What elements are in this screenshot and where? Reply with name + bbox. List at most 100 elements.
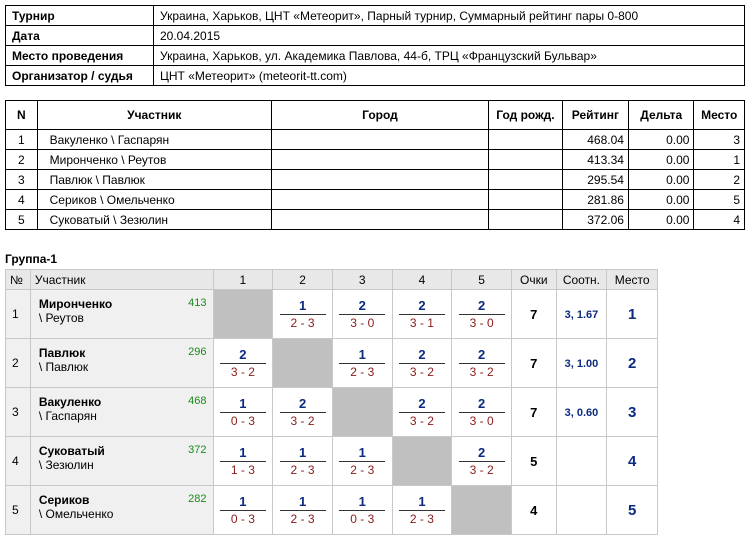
group-column-header: 5	[451, 269, 512, 290]
match-score: 3 - 0	[350, 316, 375, 330]
player-surname: Сериков	[38, 493, 90, 507]
player-rating: 372	[188, 444, 207, 456]
participant-n: 2	[5, 149, 38, 170]
match-score: 3 - 0	[469, 414, 494, 428]
match-score: 2 - 3	[409, 512, 434, 526]
column-header: N	[5, 100, 38, 130]
place-cell: 1	[606, 289, 658, 339]
points: 7	[530, 404, 538, 420]
match-result: 12 - 3	[398, 494, 445, 526]
self-match-cell	[451, 485, 512, 535]
participant-name: Вакуленко \ Гаспарян	[36, 129, 272, 150]
match-score: 0 - 3	[350, 512, 375, 526]
participant-place: 1	[693, 149, 745, 170]
match-score: 3 - 2	[290, 414, 315, 428]
match-points: 1	[219, 494, 266, 511]
info-row: Организатор / судья ЦНТ «Метеорит» (meteo…	[5, 65, 745, 86]
player-partner: \ Омельченко	[38, 507, 114, 521]
group-title: Группа-1	[5, 252, 58, 266]
participant-rating: 468.04	[561, 129, 629, 150]
column-header: Дельта	[627, 100, 695, 130]
tournament-info-table: Турнир Украина, Харьков, ЦНТ «Метеорит», …	[5, 5, 745, 86]
ratio-cell: 3, 1.00	[555, 338, 608, 388]
points-cell: 4	[510, 485, 557, 535]
match-score: 3 - 2	[409, 414, 434, 428]
match-score: 3 - 0	[469, 316, 494, 330]
participant-year	[487, 209, 563, 230]
match-points: 1	[219, 396, 266, 413]
place: 5	[627, 501, 637, 519]
participant-place: 2	[693, 169, 745, 190]
participant-city	[270, 189, 489, 210]
match-points: 1	[279, 445, 326, 462]
player-cell: Сериков \ Омельченко 282	[29, 485, 214, 535]
match-result: 23 - 0	[458, 298, 505, 330]
points: 5	[530, 453, 538, 469]
match-result-cell: 23 - 2	[391, 338, 453, 388]
place-cell: 5	[606, 485, 658, 535]
match-points: 1	[219, 445, 266, 462]
player-partner: \ Гаспарян	[38, 409, 97, 423]
match-score: 3 - 1	[409, 316, 434, 330]
ratio-cell: 3, 0.60	[555, 387, 608, 437]
group-crosstable: № Участник 1 2 3 4 5 Очки Соотн. Место 1 Миронченк…	[5, 269, 658, 535]
column-header: Город	[270, 100, 489, 130]
match-points: 2	[458, 396, 505, 413]
match-result: 23 - 2	[398, 396, 445, 428]
row-number: 5	[5, 485, 31, 535]
participant-name: Миронченко \ Реутов	[36, 149, 272, 170]
player-rating: 468	[188, 395, 207, 407]
place: 2	[627, 354, 637, 372]
points-cell: 7	[510, 338, 557, 388]
participant-delta: 0.00	[627, 169, 695, 190]
ratio: 3, 1.00	[564, 358, 599, 370]
match-score: 2 - 3	[290, 316, 315, 330]
player-partner: \ Реутов	[38, 311, 84, 325]
info-label: Организатор / судья	[5, 65, 154, 86]
self-match-cell	[331, 387, 393, 437]
match-points: 1	[339, 494, 386, 511]
participant-rating: 413.34	[561, 149, 629, 170]
match-result: 23 - 2	[279, 396, 326, 428]
ratio-cell	[555, 485, 608, 535]
match-score: 0 - 3	[230, 414, 255, 428]
group-row: 5 Сериков \ Омельченко 282 1 0 - 312 - 310 - …	[5, 485, 658, 535]
self-match-cell	[272, 338, 333, 388]
info-row: Дата 20.04.2015	[5, 25, 745, 46]
row-number: 4	[5, 436, 31, 486]
ratio-cell: 3, 1.67	[555, 289, 608, 339]
player-cell: Миронченко \ Реутов 413	[29, 289, 214, 339]
group-row: 2 Павлюк \ Павлюк 296 2 3 - 212 - 323 - 223 -…	[5, 338, 658, 388]
participant-year	[487, 189, 563, 210]
match-result-cell: 23 - 0	[451, 387, 512, 437]
match-result-cell: 23 - 0	[451, 289, 512, 339]
match-result-cell: 23 - 2	[391, 387, 453, 437]
match-result: 12 - 3	[339, 445, 386, 477]
participant-name: Суковатый \ Зезюлин	[36, 209, 272, 230]
player-surname: Миронченко	[38, 297, 113, 311]
match-result-cell: 23 - 0	[331, 289, 393, 339]
ratio: 3, 0.60	[564, 407, 599, 419]
match-score: 3 - 2	[469, 463, 494, 477]
player-rating: 413	[188, 297, 207, 309]
place-cell: 2	[606, 338, 658, 388]
participant-delta: 0.00	[627, 149, 695, 170]
match-points: 2	[458, 347, 505, 364]
player-surname: Вакуленко	[38, 395, 102, 409]
points-cell: 5	[510, 436, 557, 486]
match-score: 3 - 2	[469, 365, 494, 379]
participant-n: 5	[5, 209, 38, 230]
group-column-header: Участник	[29, 269, 214, 290]
group-column-header: 3	[331, 269, 393, 290]
participant-row: 4 Сериков \ Омельченко 281.86 0.00 5	[5, 189, 745, 210]
group-column-header: 1	[212, 269, 274, 290]
match-score: 2 - 3	[350, 463, 375, 477]
match-result: 23 - 1	[398, 298, 445, 330]
player-surname: Павлюк	[38, 346, 86, 360]
participant-rating: 295.54	[561, 169, 629, 190]
info-row: Место проведения Украина, Харьков, ул. Ак…	[5, 45, 745, 66]
match-score: 3 - 2	[409, 365, 434, 379]
points: 4	[530, 502, 538, 518]
participant-delta: 0.00	[627, 129, 695, 150]
match-result-cell: 10 - 3	[331, 485, 393, 535]
